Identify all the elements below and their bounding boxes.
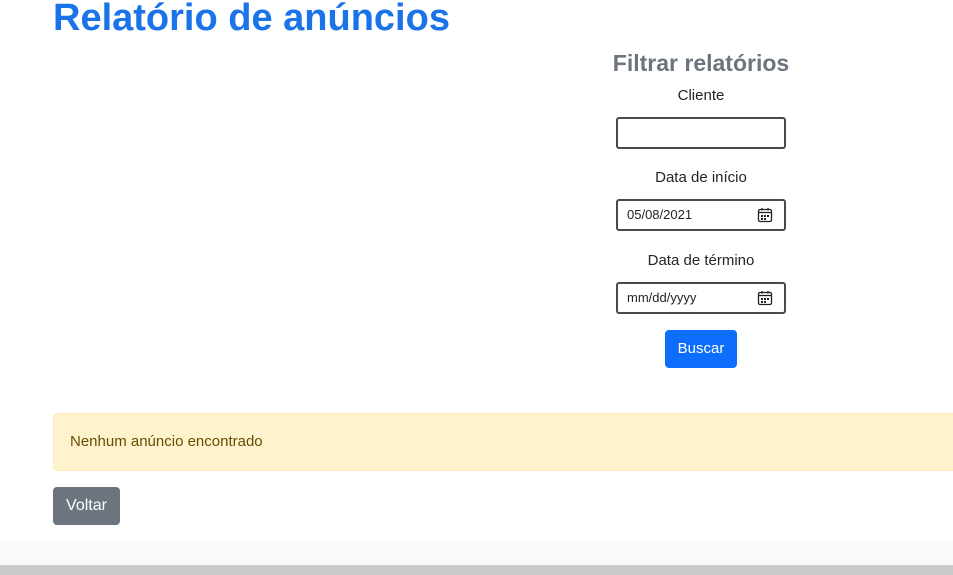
start-date-input[interactable]: 05/08/2021 [616, 199, 786, 231]
back-button[interactable]: Voltar [53, 487, 120, 525]
start-date-value: 05/08/2021 [627, 207, 693, 222]
filter-title: Filtrar relatórios [612, 50, 790, 76]
end-date-label: Data de término [647, 252, 755, 269]
filter-form: Filtrar relatórios Cliente Data de iníci… [601, 48, 801, 368]
end-date-input[interactable]: mm/dd/yyyy [616, 282, 786, 314]
empty-results-alert: Nenhum anúncio encontrado [53, 413, 953, 471]
client-input[interactable] [618, 119, 784, 147]
search-button[interactable]: Buscar [665, 330, 737, 368]
client-label: Cliente [677, 87, 725, 104]
calendar-icon[interactable] [757, 290, 773, 306]
footer-area [0, 541, 953, 565]
start-date-label: Data de início [655, 169, 747, 186]
end-date-placeholder: mm/dd/yyyy [627, 290, 697, 305]
footer-bar [0, 565, 953, 575]
client-field[interactable] [616, 117, 786, 149]
calendar-icon[interactable] [757, 207, 773, 223]
page-title: Relatório de anúncios [53, 0, 450, 39]
